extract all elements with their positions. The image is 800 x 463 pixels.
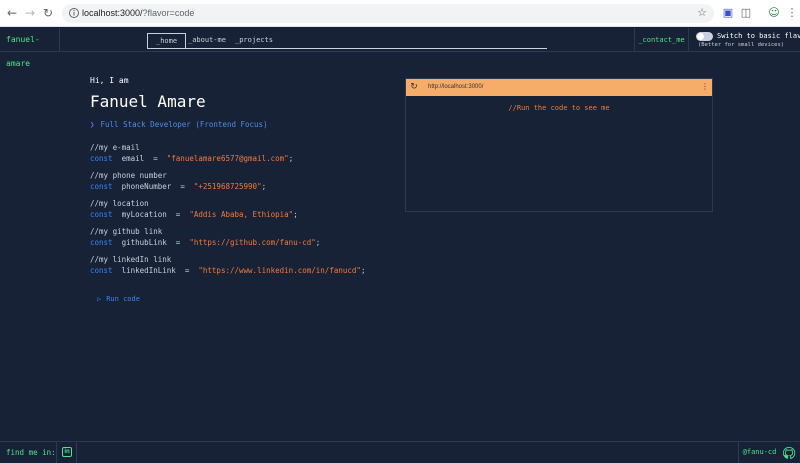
code-line: const email = "fanuelamare6577@gmail.com…	[90, 154, 294, 163]
linkedin-link[interactable]: in	[58, 442, 77, 463]
back-arrow-icon[interactable]: ←	[4, 5, 20, 21]
github-handle[interactable]: @fanu-cd	[738, 442, 780, 463]
preview-url: http://localhost:3000/	[428, 84, 484, 90]
code-line: const myLocation = "Addis Ababa, Ethiopi…	[90, 210, 298, 219]
preview-reload-icon[interactable]: ↻	[408, 81, 420, 93]
extension-media-icon[interactable]: ▣	[720, 5, 736, 21]
code-line: const githubLink = "https://github.com/f…	[90, 238, 321, 247]
nav-tabs: _home _about-me _projects	[147, 33, 547, 49]
browser-menu-icon[interactable]: ⋮	[784, 5, 800, 21]
profile-avatar-icon[interactable]: ☺	[766, 5, 782, 21]
chevron-right-icon: ❯	[90, 120, 95, 129]
site-info-icon[interactable]	[68, 7, 80, 19]
page-title: Fanuel Amare	[90, 92, 206, 111]
bookmark-star-icon[interactable]: ☆	[694, 5, 710, 21]
forward-arrow-icon[interactable]: →	[22, 5, 38, 21]
code-line: const phoneNumber = "+251968725990";	[90, 182, 267, 191]
linkedin-icon: in	[62, 447, 72, 457]
preview-message: //Run the code to see me	[508, 104, 610, 112]
reload-icon[interactable]: ↻	[40, 5, 56, 21]
run-code-label: Run code	[106, 295, 140, 303]
flavor-toggle[interactable]	[696, 32, 713, 41]
flavor-switch[interactable]: Switch to basic flavor (Better for small…	[696, 31, 800, 51]
extensions-puzzle-icon[interactable]: ◫	[738, 5, 754, 21]
toggle-knob	[697, 33, 704, 40]
code-block-email: //my e-mail const email = "fanuelamare65…	[90, 143, 400, 164]
code-block-location: //my location const myLocation = "Addis …	[90, 199, 400, 220]
preview-window: ↻ http://localhost:3000/ ⋮ //Run the cod…	[405, 78, 713, 212]
run-code-button[interactable]: ▷ Run code	[97, 294, 140, 304]
tab-home[interactable]: _home	[147, 33, 187, 48]
preview-menu-icon[interactable]: ⋮	[701, 81, 709, 93]
code-line: const linkedInLink = "https://www.linked…	[90, 266, 366, 275]
browser-toolbar: ← → ↻ localhost:3000/?flavor=code ☆ ▣ ◫ …	[0, 0, 800, 27]
code-comment: //my e-mail	[90, 143, 140, 152]
site-footer: find me in: in @fanu-cd	[0, 441, 800, 463]
code-comment: //my location	[90, 199, 149, 208]
github-icon[interactable]	[782, 446, 796, 460]
code-block-phone: //my phone number const phoneNumber = "+…	[90, 171, 400, 192]
code-comment: //my github link	[90, 227, 163, 236]
address-url: localhost:3000/?flavor=code	[82, 8, 195, 18]
site-logo[interactable]: fanuel-amare	[0, 28, 60, 68]
flavor-toggle-hint: (Better for small devices)	[698, 42, 785, 48]
role-subtitle: ❯ Full Stack Developer (Frontend Focus)	[90, 120, 268, 129]
preview-toolbar: ↻ http://localhost:3000/ ⋮	[406, 79, 712, 96]
tab-projects[interactable]: _projects	[235, 33, 273, 48]
find-me-label: find me in:	[0, 442, 57, 463]
contact-me-link[interactable]: _contact_me	[634, 28, 689, 52]
play-icon: ▷	[97, 295, 102, 303]
code-comment: //my linkedIn link	[90, 255, 172, 264]
address-bar[interactable]: localhost:3000/?flavor=code	[62, 4, 714, 23]
tab-about-me[interactable]: _about-me	[188, 33, 226, 48]
code-block-linkedin: //my linkedIn link const linkedInLink = …	[90, 255, 400, 276]
code-block-github: //my github link const githubLink = "htt…	[90, 227, 400, 248]
greeting: Hi, I am	[90, 76, 129, 85]
role-text: Full Stack Developer (Frontend Focus)	[100, 120, 268, 129]
site-header: fanuel-amare _home _about-me _projects _…	[0, 28, 800, 68]
code-comment: //my phone number	[90, 171, 167, 180]
